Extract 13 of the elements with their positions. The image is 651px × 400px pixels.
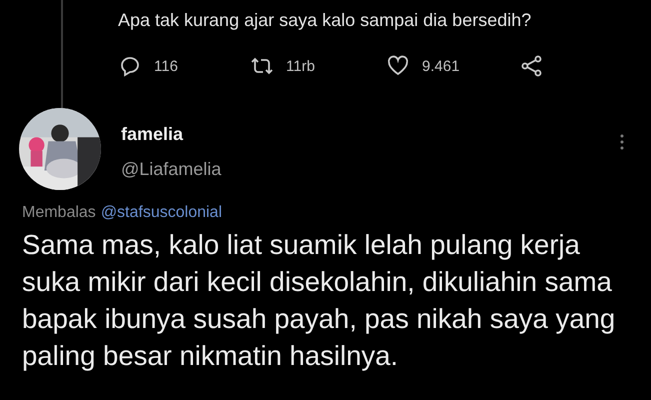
mention-link[interactable]: @stafsuscolonial [100, 204, 222, 221]
tweet-text: Sama mas, kalo liat suamik lelah pulang kerja suka mikir dari kecil disekolahin, dikuliahin sama bapak ibunya susah payah, pas nikah saya yang paling besar nikmatin hasilnya. [22, 228, 616, 373]
action-count: 9.461 [422, 58, 460, 74]
more-icon[interactable] [620, 134, 624, 150]
user-handle[interactable]: @Liafamelia [121, 159, 222, 180]
user-name[interactable]: famelia [121, 124, 222, 145]
share-icon[interactable] [520, 54, 544, 78]
action-count: 116 [154, 58, 178, 74]
heart-icon[interactable] [386, 54, 410, 78]
tweet-text: Apa tak kurang ajar saya kalo sampai dia bersedih? [118, 9, 532, 32]
replying-label: Membalas [22, 204, 96, 221]
action-count: 11rb [286, 58, 315, 74]
reply-icon[interactable] [118, 54, 142, 78]
